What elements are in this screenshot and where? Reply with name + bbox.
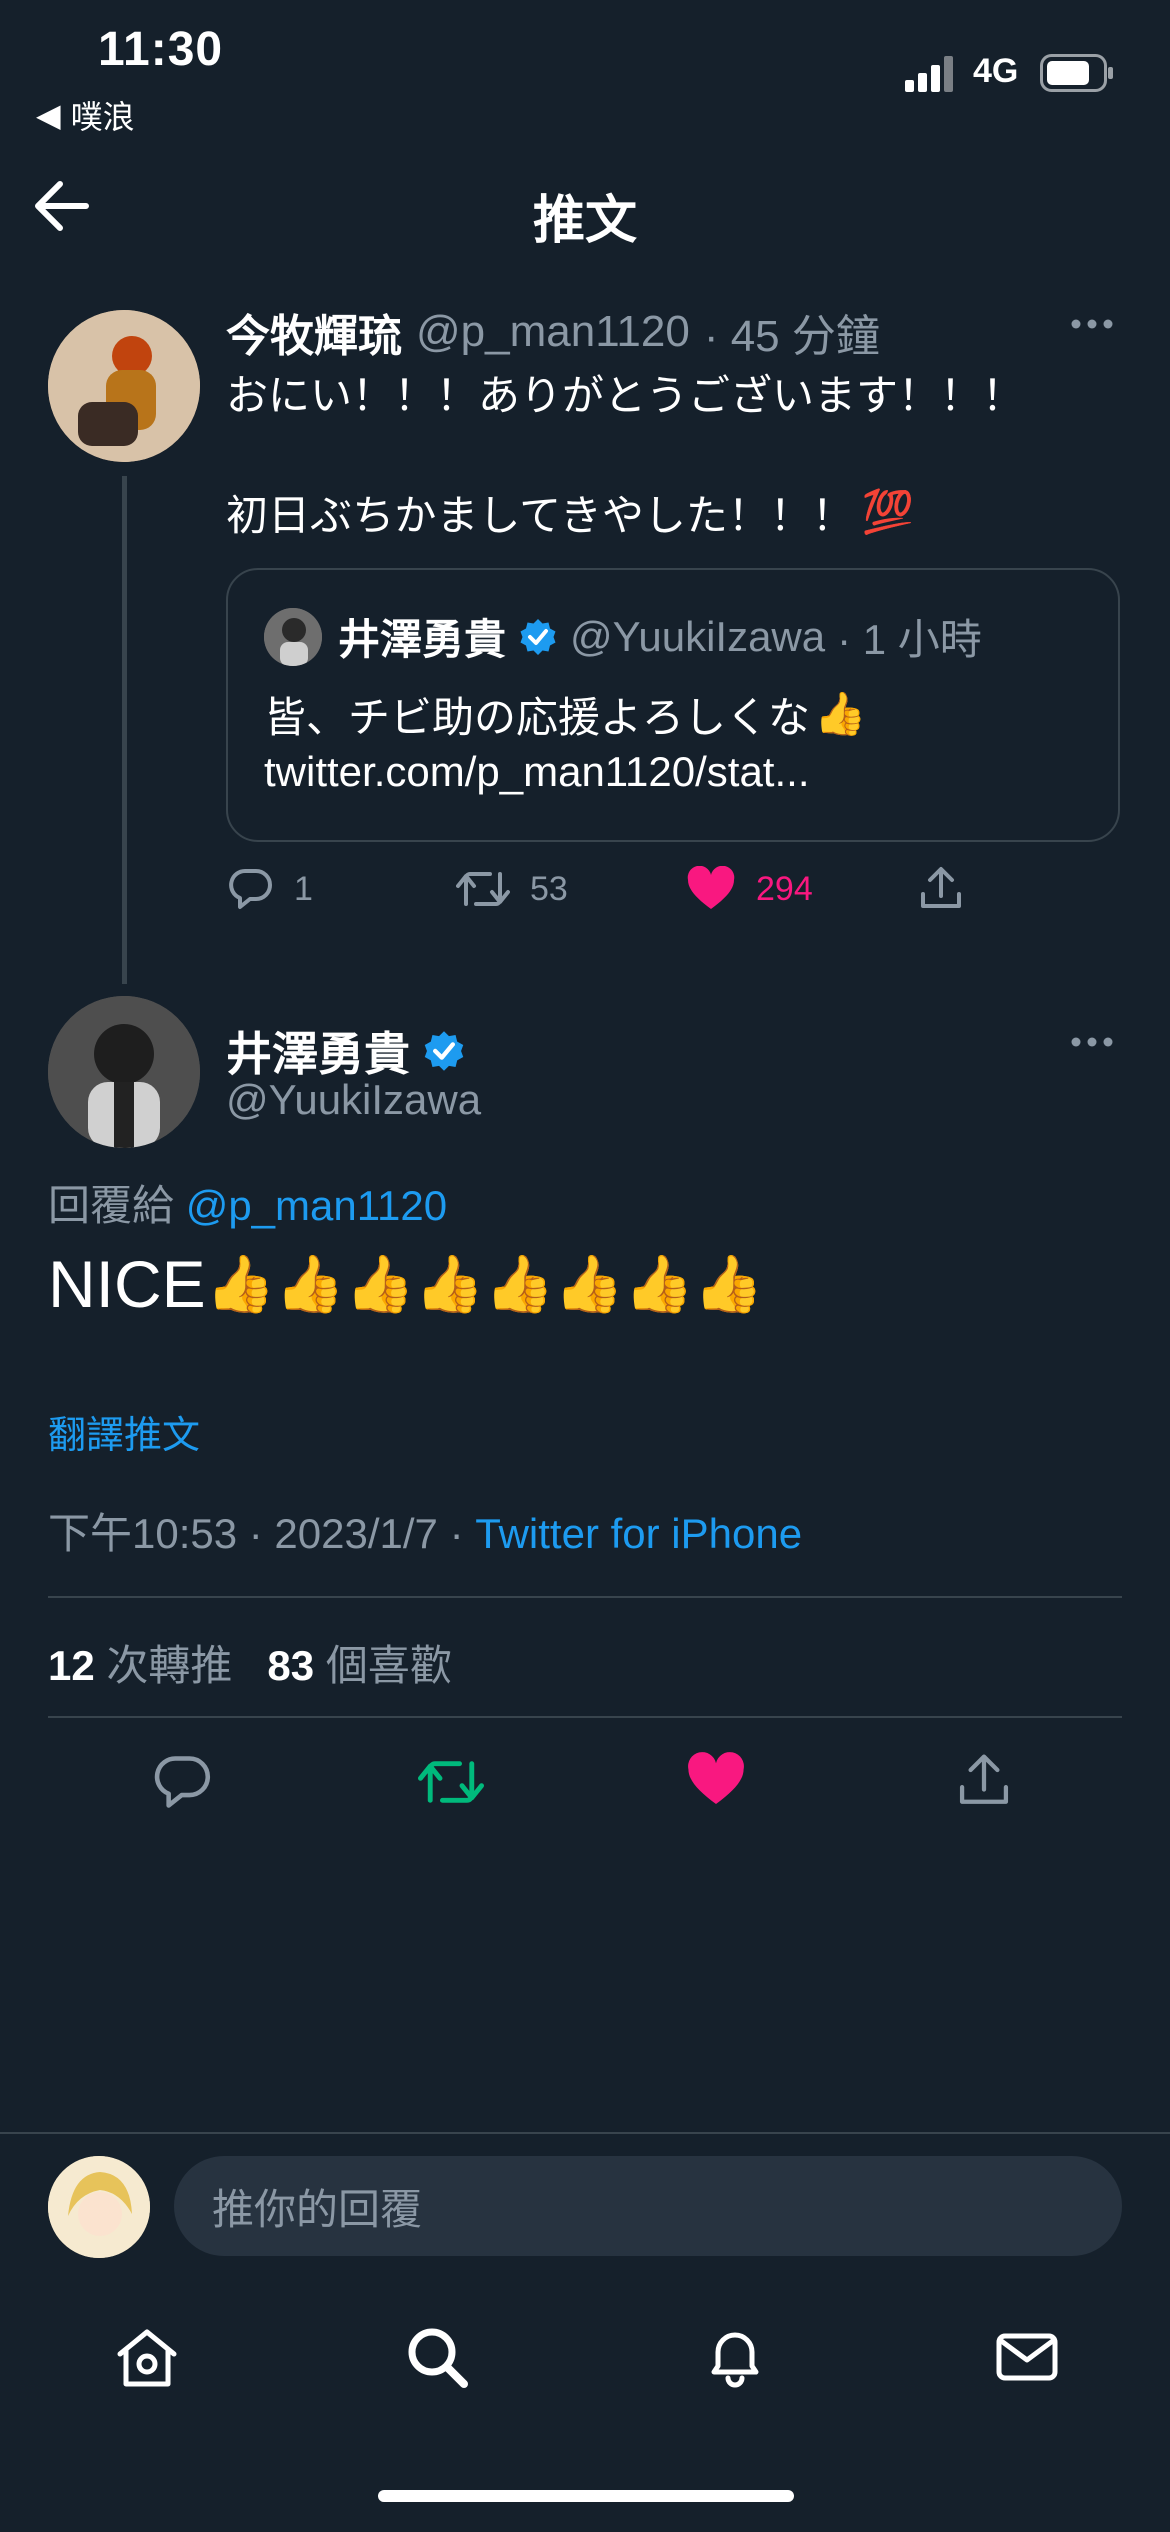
quote-link-text: twitter.com/p_man1120/stat...	[264, 748, 810, 795]
signal-icon	[905, 56, 959, 92]
my-avatar[interactable]	[48, 2156, 150, 2258]
tweet-text-line2: 初日ぶちかましてきやした！！！ 💯	[226, 482, 914, 543]
retweet-icon	[456, 866, 510, 912]
thumbs-up-emoji: 👍	[814, 690, 867, 737]
avatar	[264, 608, 322, 666]
retweet-icon[interactable]	[418, 1752, 484, 1812]
back-to-app[interactable]: ◀ 噗浪	[36, 92, 135, 138]
retweet-count: 53	[530, 869, 568, 908]
search-icon[interactable]	[404, 2324, 470, 2390]
tweet-text: NICE	[48, 1247, 206, 1321]
home-indicator	[378, 2490, 794, 2502]
reply-icon[interactable]	[152, 1752, 214, 1812]
share-icon	[918, 866, 964, 912]
tweet-timestamp: 下午10:53 · 2023/1/7 ·	[48, 1510, 476, 1557]
verified-icon	[422, 1029, 466, 1073]
reply-handle-link[interactable]: @p_man1120	[186, 1182, 447, 1229]
tweet-stats: 12 次轉推 83 個喜歡	[48, 1632, 452, 1693]
tweet-time: · 45 分鐘	[703, 312, 880, 361]
author-name[interactable]: 井澤勇貴	[226, 1018, 410, 1084]
thumbs-up-emojis: 👍👍👍👍👍👍👍👍	[205, 1252, 764, 1315]
replying-to: 回覆給 @p_man1120	[48, 1172, 447, 1233]
tweet-header: 今牧輝琉 @p_man1120 · 45 分鐘	[226, 300, 880, 364]
translate-tweet-link[interactable]: 翻譯推文	[48, 1404, 200, 1459]
quote-time: · 1 小時	[837, 616, 982, 663]
avatar[interactable]	[48, 996, 200, 1148]
author-handle[interactable]: @p_man1120	[416, 307, 690, 357]
network-type: 4G	[973, 52, 1019, 90]
quote-author-handle: @YuukiIzawa	[570, 612, 826, 660]
quote-text-line1: 皆、チビ助の応援よろしくな 👍	[264, 684, 866, 745]
more-icon[interactable]	[1070, 1036, 1114, 1048]
retweets-count: 12	[48, 1642, 95, 1689]
share-button[interactable]	[918, 866, 964, 912]
tweet-text-row: NICE 👍👍👍👍👍👍👍👍	[48, 1246, 764, 1322]
divider	[48, 1716, 1122, 1718]
mail-icon[interactable]	[994, 2324, 1060, 2390]
reply-icon	[228, 866, 274, 912]
like-button[interactable]: 294	[686, 866, 813, 912]
tweet-meta: 下午10:53 · 2023/1/7 · Twitter for iPhone	[48, 1500, 802, 1561]
likes-label: 個喜歡	[325, 1642, 452, 1689]
quote-text: 皆、チビ助の応援よろしくな	[264, 694, 811, 741]
divider	[0, 2132, 1170, 2134]
tweet-source-link[interactable]: Twitter for iPhone	[475, 1510, 802, 1557]
reply-button[interactable]: 1	[228, 866, 313, 912]
thread-line	[122, 476, 127, 984]
retweet-button[interactable]: 53	[456, 866, 568, 912]
author-name[interactable]: 今牧輝琉	[226, 300, 402, 364]
heart-icon[interactable]	[686, 1752, 746, 1808]
page-title: 推文	[532, 192, 637, 250]
status-time: 11:30	[98, 23, 224, 76]
avatar[interactable]	[48, 310, 200, 462]
hundred-emoji: 💯	[861, 488, 915, 535]
retweets-label: 次轉推	[106, 1642, 233, 1689]
likes-count: 83	[267, 1642, 315, 1689]
divider	[48, 1596, 1122, 1598]
reply-count: 1	[294, 869, 313, 908]
retweets-stat[interactable]: 12 次轉推	[48, 1642, 232, 1689]
verified-icon	[518, 617, 558, 657]
battery-icon	[1040, 54, 1114, 92]
bell-icon[interactable]	[702, 2324, 768, 2390]
back-triangle-icon: ◀	[36, 97, 61, 133]
reply-input[interactable]: 推你的回覆	[174, 2156, 1122, 2256]
back-app-label: 噗浪	[70, 99, 135, 135]
heart-icon	[686, 866, 736, 912]
author-handle[interactable]: @YuukiIzawa	[226, 1076, 481, 1124]
quote-author-name: 井澤勇貴	[338, 616, 507, 663]
reply-prefix: 回覆給	[48, 1182, 175, 1229]
like-count: 294	[756, 869, 813, 908]
tweet-text: 初日ぶちかましてきやした！！！	[226, 492, 854, 539]
quote-header: 井澤勇貴 @YuukiIzawa · 1 小時	[338, 606, 982, 667]
author-name-row[interactable]: 井澤勇貴	[226, 1018, 466, 1084]
more-icon[interactable]	[1070, 318, 1114, 330]
likes-stat[interactable]: 83 個喜歡	[267, 1642, 451, 1689]
tweet-text: おにい！！！ありがとうございます！！！	[226, 372, 1025, 419]
home-icon[interactable]	[114, 2324, 180, 2390]
share-icon[interactable]	[956, 1752, 1012, 1810]
